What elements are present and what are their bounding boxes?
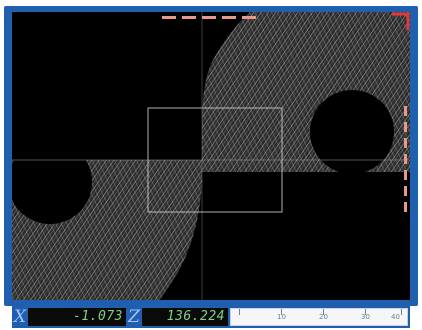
viewer-frame: X -1.073 Z 136.224 10 20 30 40 <box>0 0 422 330</box>
ruler-label: 30 <box>361 313 370 321</box>
x-axis-label: X <box>14 307 27 327</box>
right-hole <box>310 90 394 174</box>
ruler-label: 40 <box>391 313 400 321</box>
ruler-label: 20 <box>319 313 328 321</box>
x-coordinate-readout: -1.073 <box>28 308 126 326</box>
ruler-tick <box>401 309 402 315</box>
specimen-view <box>12 12 410 300</box>
scale-ruler[interactable]: 10 20 30 40 <box>230 308 408 326</box>
coordinate-status-bar: X -1.073 Z 136.224 10 20 30 40 <box>12 306 410 328</box>
ruler-label: 10 <box>277 313 286 321</box>
ruler-tick <box>239 309 240 315</box>
image-viewport[interactable] <box>12 12 410 300</box>
top-scale-marker <box>162 16 256 19</box>
z-coordinate-readout: 136.224 <box>142 308 228 326</box>
z-axis-label: Z <box>128 307 140 327</box>
